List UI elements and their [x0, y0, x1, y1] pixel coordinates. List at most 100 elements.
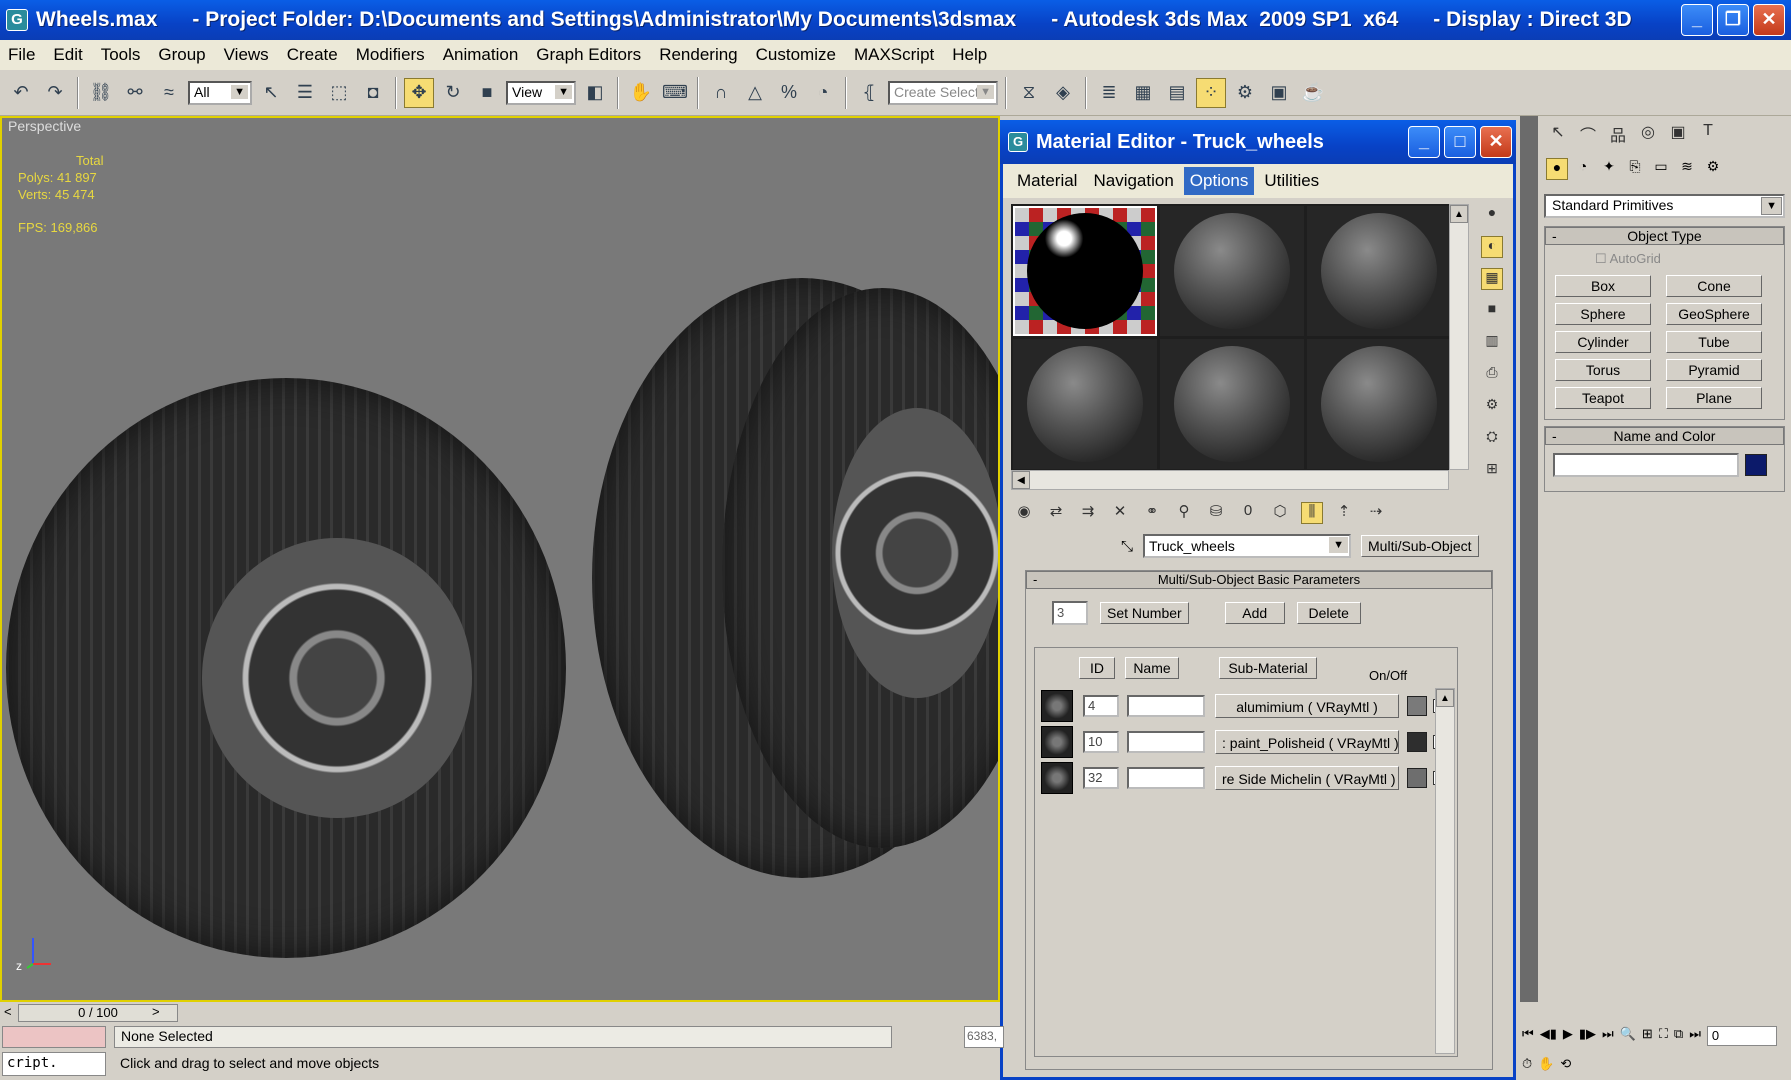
curve-editor-icon[interactable]: ▦ — [1128, 78, 1158, 108]
sub-material-thumbnail[interactable] — [1041, 762, 1073, 794]
sub-material-name-input[interactable] — [1127, 731, 1205, 753]
geometry-icon[interactable]: ● — [1546, 158, 1568, 180]
zoom-icon[interactable]: 🔍 — [1620, 1026, 1636, 1050]
sub-material-button[interactable]: alumimium ( VRayMtl ) — [1215, 694, 1399, 718]
sub-material-id-input[interactable]: 32 — [1083, 767, 1119, 789]
create-tab-icon[interactable]: ↖ — [1546, 122, 1570, 146]
menu-create[interactable]: Create — [287, 45, 338, 65]
snaps-toggle-icon[interactable]: ∩ — [706, 78, 736, 108]
menu-group[interactable]: Group — [158, 45, 205, 65]
schematic-view-icon[interactable]: ▤ — [1162, 78, 1192, 108]
show-end-result-icon[interactable]: ⫼ — [1301, 502, 1323, 524]
close-button[interactable]: ✕ — [1753, 4, 1785, 36]
sub-material-color-swatch[interactable] — [1407, 696, 1427, 716]
me-menu-options[interactable]: Options — [1183, 167, 1255, 195]
material-effects-channel-icon[interactable]: 0 — [1237, 502, 1259, 524]
zoom-all-icon[interactable]: ⊞ — [1642, 1026, 1653, 1050]
name-and-color-header[interactable]: - Name and Color — [1545, 427, 1784, 445]
cylinder-button[interactable]: Cylinder — [1555, 331, 1651, 353]
slots-vertical-scrollbar[interactable]: ▲ — [1449, 204, 1469, 470]
slots-horizontal-scrollbar[interactable]: ◀ — [1011, 470, 1449, 490]
rear-wheel-rim[interactable] — [832, 408, 998, 698]
menu-graph-editors[interactable]: Graph Editors — [536, 45, 641, 65]
me-close-button[interactable]: ✕ — [1480, 126, 1512, 158]
time-slider-next-icon[interactable]: > — [152, 1004, 160, 1019]
material-map-navigator-icon[interactable]: ⊞ — [1481, 460, 1503, 482]
me-menu-navigation[interactable]: Navigation — [1087, 167, 1179, 195]
put-to-library-icon[interactable]: ⛁ — [1205, 502, 1227, 524]
sample-slot[interactable] — [1013, 206, 1157, 336]
angle-snap-icon[interactable]: △ — [740, 78, 770, 108]
show-map-in-viewport-icon[interactable]: ⬡ — [1269, 502, 1291, 524]
sort-by-name-button[interactable]: Name — [1125, 657, 1179, 679]
multi-sub-object-header[interactable]: - Multi/Sub-Object Basic Parameters — [1026, 571, 1492, 589]
sample-slot[interactable] — [1307, 339, 1451, 469]
sample-slot[interactable] — [1160, 206, 1304, 336]
geosphere-button[interactable]: GeoSphere — [1666, 303, 1762, 325]
sphere-button[interactable]: Sphere — [1555, 303, 1651, 325]
tube-button[interactable]: Tube — [1666, 331, 1762, 353]
primitive-category-dropdown[interactable]: Standard Primitives — [1544, 194, 1785, 218]
go-to-end-icon[interactable]: ⏭ — [1602, 1026, 1614, 1050]
maximize-viewport-icon[interactable]: ⧉ — [1674, 1026, 1683, 1050]
object-color-swatch[interactable] — [1745, 454, 1767, 476]
layer-manager-icon[interactable]: ≣ — [1094, 78, 1124, 108]
key-mode-icon[interactable]: ⏭ — [1689, 1026, 1701, 1050]
scroll-left-icon[interactable]: ◀ — [1012, 471, 1030, 489]
x-coordinate-field[interactable]: 6383, — [964, 1026, 1004, 1048]
reference-coordinate-dropdown[interactable]: View — [506, 80, 576, 105]
helpers-icon[interactable]: ▭ — [1650, 158, 1672, 180]
sub-material-id-input[interactable]: 10 — [1083, 731, 1119, 753]
percent-snap-icon[interactable]: % — [774, 78, 804, 108]
motion-tab-icon[interactable]: ◎ — [1636, 122, 1660, 146]
sample-slot[interactable] — [1160, 339, 1304, 469]
material-name-input[interactable]: Truck_wheels — [1143, 534, 1352, 558]
sub-material-color-swatch[interactable] — [1407, 768, 1427, 788]
systems-icon[interactable]: ⚙ — [1702, 158, 1724, 180]
sub-material-thumbnail[interactable] — [1041, 726, 1073, 758]
select-and-rotate-icon[interactable]: ↻ — [438, 78, 468, 108]
me-minimize-button[interactable]: _ — [1408, 126, 1440, 158]
menu-rendering[interactable]: Rendering — [659, 45, 737, 65]
menu-file[interactable]: File — [8, 45, 35, 65]
put-material-icon[interactable]: ⇄ — [1045, 502, 1067, 524]
box-button[interactable]: Box — [1555, 275, 1651, 297]
minimize-button[interactable]: _ — [1681, 4, 1713, 36]
spinner-snap-icon[interactable]: ◔ — [808, 78, 838, 108]
delete-button[interactable]: Delete — [1296, 602, 1361, 624]
sub-material-button[interactable]: : paint_Polisheid ( VRayMtl ) — [1215, 730, 1399, 754]
play-icon[interactable]: ▶ — [1563, 1026, 1573, 1050]
lights-icon[interactable]: ✦ — [1598, 158, 1620, 180]
maxscript-listener-output[interactable] — [2, 1026, 106, 1048]
menu-views[interactable]: Views — [224, 45, 269, 65]
current-frame-input[interactable]: 0 — [1706, 1026, 1777, 1046]
restore-button[interactable]: ❐ — [1717, 4, 1749, 36]
sample-uv-tiling-icon[interactable]: ■ — [1481, 300, 1503, 322]
sub-material-name-input[interactable] — [1127, 695, 1205, 717]
go-to-parent-icon[interactable]: ⇡ — [1333, 502, 1355, 524]
front-wheel-rim[interactable] — [202, 538, 472, 818]
me-maximize-button[interactable]: □ — [1444, 126, 1476, 158]
go-to-start-icon[interactable]: ⏮ — [1522, 1026, 1534, 1050]
menu-tools[interactable]: Tools — [101, 45, 141, 65]
sample-slot[interactable] — [1013, 339, 1157, 469]
time-slider-prev-icon[interactable]: < — [4, 1004, 12, 1019]
menu-edit[interactable]: Edit — [53, 45, 82, 65]
select-by-material-icon[interactable]: ⛭ — [1481, 428, 1503, 450]
keyboard-shortcut-icon[interactable]: ⌨ — [660, 78, 690, 108]
unlink-icon[interactable]: ⚯ — [120, 78, 150, 108]
video-color-check-icon[interactable]: ▥ — [1481, 332, 1503, 354]
modify-tab-icon[interactable]: ⌒ — [1576, 122, 1600, 146]
orbit-icon[interactable]: ⟲ — [1560, 1056, 1571, 1076]
selection-filter-dropdown[interactable]: All — [188, 80, 252, 105]
menu-maxscript[interactable]: MAXScript — [854, 45, 934, 65]
next-frame-icon[interactable]: ▮▶ — [1579, 1026, 1596, 1050]
menu-customize[interactable]: Customize — [756, 45, 836, 65]
background-icon[interactable]: ▦ — [1481, 268, 1503, 290]
scroll-up-icon[interactable]: ▲ — [1450, 205, 1468, 223]
hierarchy-tab-icon[interactable]: 品 — [1606, 122, 1630, 146]
select-and-scale-icon[interactable]: ■ — [472, 78, 502, 108]
sample-type-icon[interactable]: ● — [1481, 204, 1503, 226]
quick-render-icon[interactable]: ☕ — [1298, 78, 1328, 108]
previous-frame-icon[interactable]: ◀▮ — [1540, 1026, 1557, 1050]
